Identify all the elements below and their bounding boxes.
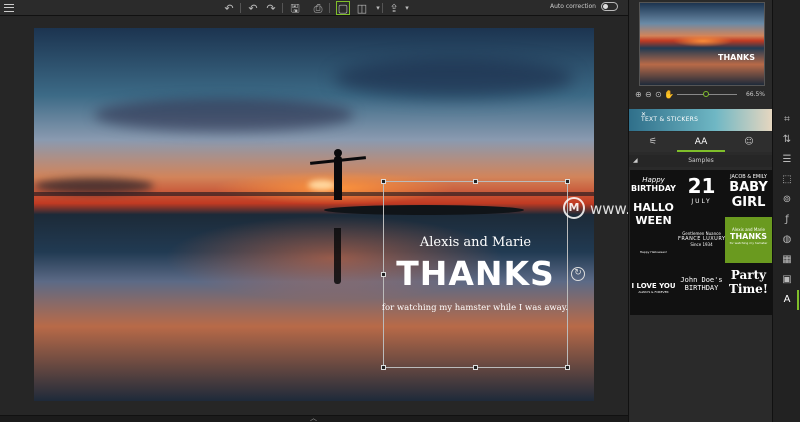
chevron-down-icon[interactable]: ▾ <box>400 1 414 15</box>
text-names[interactable]: Alexis and Marie <box>383 235 568 250</box>
save-icon[interactable]: 🖫 <box>288 1 302 15</box>
sample-text: GIRL <box>731 195 766 210</box>
canvas-area: ↻ Alexis and Marie THANKS for watching m… <box>0 16 740 415</box>
resize-handle[interactable] <box>473 179 478 184</box>
sun <box>308 180 336 190</box>
zoom-slider-knob[interactable] <box>703 91 709 97</box>
person-reflection <box>334 228 341 284</box>
person-silhouette <box>334 156 342 200</box>
sample-party-time[interactable]: Party Time! <box>725 264 772 310</box>
sample-france-luxury[interactable]: Gentlemen Nuance FRANCE LUXURY Since 193… <box>678 217 725 263</box>
sample-text: BIRTHDAY <box>684 284 719 292</box>
share-icon[interactable]: ⇪ <box>387 1 401 15</box>
sample-text: Happy <box>642 176 665 184</box>
samples-label: Samples <box>688 157 714 164</box>
color-icon[interactable]: ◍ <box>780 233 794 247</box>
sample-text: Party <box>730 268 767 282</box>
menu-icon[interactable] <box>4 4 14 12</box>
zoom-level: 66.5% <box>745 91 765 98</box>
resize-handle[interactable] <box>381 365 386 370</box>
tab-text[interactable]: AA <box>677 134 725 152</box>
undo-step-icon[interactable]: ↶ <box>246 1 260 15</box>
fx-icon[interactable]: ƒ <box>780 213 794 227</box>
sample-text: WEEN <box>635 214 672 227</box>
sample-happy-halloween[interactable]: Happy Halloween! <box>630 246 677 260</box>
sample-john-birthday[interactable]: John Doe's BIRTHDAY <box>678 264 725 310</box>
auto-correction-label: Auto correction <box>550 3 596 10</box>
tab-adjustments[interactable]: ⚟ <box>629 134 677 152</box>
close-icon[interactable]: ✕ <box>641 111 769 118</box>
sample-text: ALWAYS & FOREVER <box>638 290 669 294</box>
photo-editor-window: ↶ ↶ ↷ 🖫 ⎙ ▢ ◫ ▾ ⇪ ▾ Auto correction ↻ Al… <box>0 0 800 422</box>
resize-handle[interactable] <box>473 365 478 370</box>
single-view-icon[interactable]: ▢ <box>336 1 350 15</box>
text-stickers-icon[interactable]: A <box>780 293 794 307</box>
frame-icon[interactable]: ▣ <box>780 273 794 287</box>
sample-text: Since 1934 <box>690 242 713 247</box>
sliders-icon[interactable]: ☰ <box>780 153 794 167</box>
tab-stickers[interactable]: ☺ <box>725 134 773 152</box>
texture-icon[interactable]: ▦ <box>780 253 794 267</box>
sample-i-love-you[interactable]: I LOVE YOU ALWAYS & FOREVER <box>630 264 677 310</box>
toolbar-divider <box>282 3 283 13</box>
hand-icon[interactable]: ✋ <box>664 90 674 99</box>
zoom-in-icon[interactable]: ⊕ <box>635 90 642 99</box>
sample-thanks[interactable]: Alexis and Marie THANKS for watching my … <box>725 217 772 263</box>
active-tool-indicator <box>797 290 799 310</box>
sample-baby-girl[interactable]: JACOB & EMILY BABY GIRL <box>725 170 772 216</box>
samples-grid: Happy BIRTHDAY HALLO WEEN 21 JULY JACOB … <box>630 170 772 315</box>
flip-icon[interactable]: ⇅ <box>780 133 794 147</box>
redo-icon[interactable]: ↷ <box>264 1 278 15</box>
text-stickers-banner[interactable]: TEXT & STICKERS ✕ <box>629 109 773 131</box>
split-view-icon[interactable]: ◫ <box>355 1 369 15</box>
panel-tabs: ⚟ AA ☺ <box>629 132 773 152</box>
right-panel: THANKS ⊕ ⊖ ⊙ ✋ 66.5% TEXT & STICKERS ✕ ⚟… <box>628 0 773 422</box>
sample-text: for watching my hamster <box>729 241 768 245</box>
sample-text: THANKS <box>730 232 767 241</box>
lens-icon[interactable]: ⊚ <box>780 193 794 207</box>
resize-handle[interactable] <box>565 365 570 370</box>
sample-text: HALLO <box>633 201 674 214</box>
sample-text: JULY <box>691 198 712 205</box>
sample-text: John Doe's <box>680 276 723 284</box>
crop-icon[interactable]: ⌗ <box>780 113 794 127</box>
straighten-icon[interactable]: ⬚ <box>780 173 794 187</box>
navigator-thumbnail[interactable]: THANKS <box>639 2 765 86</box>
sample-text: 21 <box>687 174 716 198</box>
zoom-fit-icon[interactable]: ⊙ <box>655 90 662 99</box>
sample-text: Time! <box>728 282 769 296</box>
resize-handle[interactable] <box>565 179 570 184</box>
tool-strip: ⌗ ⇅ ☰ ⬚ ⊚ ƒ ◍ ▦ ▣ A <box>772 0 800 422</box>
sample-text: Happy Halloween! <box>639 250 668 254</box>
samples-header[interactable]: ◢ Samples <box>629 155 773 167</box>
thumbnail-text: THANKS <box>718 53 755 62</box>
sample-date[interactable]: 21 JULY <box>678 170 725 216</box>
undo-icon[interactable]: ↶ <box>222 1 236 15</box>
toolbar-divider <box>382 3 383 13</box>
toolbar-divider <box>329 3 330 13</box>
sample-text: I LOVE YOU <box>631 282 676 290</box>
zoom-controls: ⊕ ⊖ ⊙ ✋ 66.5% <box>633 90 771 100</box>
cloud <box>94 98 354 132</box>
text-thanks[interactable]: THANKS <box>383 254 568 293</box>
text-subtitle[interactable]: for watching my hamster while I was away… <box>372 303 578 313</box>
sample-text: BABY <box>729 180 768 195</box>
toolbar-divider <box>240 3 241 13</box>
print-icon[interactable]: ⎙ <box>311 1 325 15</box>
auto-correction: Auto correction <box>550 2 618 11</box>
chevron-up-icon[interactable]: ︿ <box>310 413 317 422</box>
bottom-bar: ︿ <box>0 413 628 422</box>
top-toolbar: ↶ ↶ ↷ 🖫 ⎙ ▢ ◫ ▾ ⇪ ▾ Auto correction <box>0 0 628 16</box>
zoom-out-icon[interactable]: ⊖ <box>645 90 652 99</box>
resize-handle[interactable] <box>381 179 386 184</box>
sample-text: BIRTHDAY <box>631 184 676 193</box>
auto-correction-toggle[interactable] <box>601 2 618 11</box>
watermark-logo: M <box>563 197 585 219</box>
cloud <box>334 58 574 98</box>
rotate-icon[interactable]: ↻ <box>571 267 585 281</box>
